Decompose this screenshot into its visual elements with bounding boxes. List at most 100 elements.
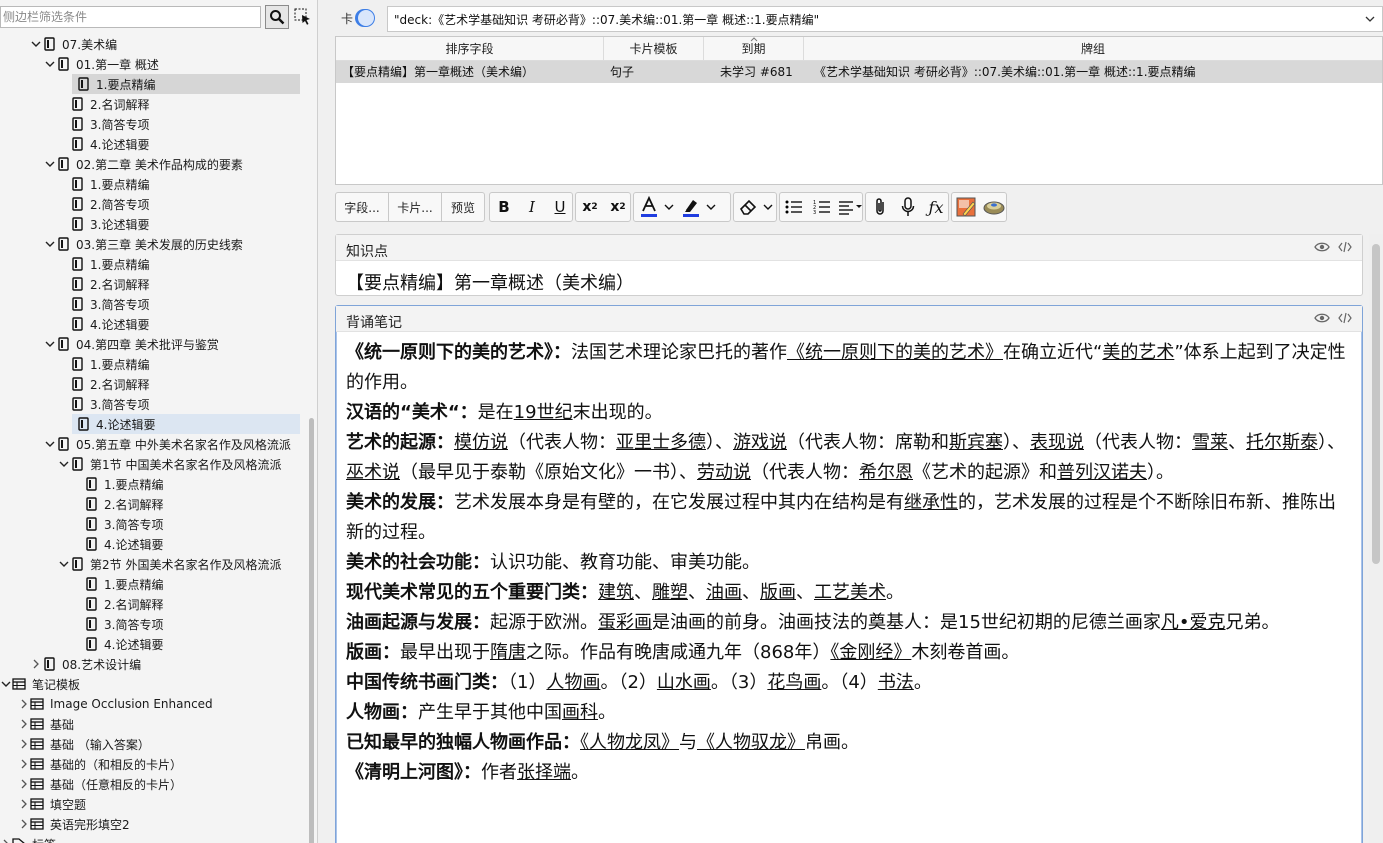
chevron-down-icon[interactable] xyxy=(44,234,56,254)
sidebar-scrollbar-thumb[interactable] xyxy=(309,418,314,843)
underline-icon[interactable]: U xyxy=(546,193,574,221)
sidebar-tree-item[interactable]: 3.简答专项 xyxy=(58,394,149,414)
sidebar-tree-item[interactable]: 4.论述辑要 xyxy=(58,134,149,154)
sidebar-tree-item[interactable]: 英语完形填空2 xyxy=(18,814,130,834)
sidebar-tree-item[interactable]: 2.名词解释 xyxy=(58,274,149,294)
sidebar-tree-item[interactable]: 1.要点精编 xyxy=(72,474,163,494)
sidebar-tree-item[interactable]: 基础 （输入答案） xyxy=(18,734,150,754)
sidebar-tree-item[interactable]: 3.简答专项 xyxy=(58,114,149,134)
bullet-list-icon[interactable] xyxy=(780,193,808,221)
sidebar-tree-item[interactable]: 1.要点精编 xyxy=(58,174,149,194)
sidebar-tree-item[interactable]: 3.简答专项 xyxy=(58,294,149,314)
column-header-deck[interactable]: 牌组 xyxy=(804,37,1382,61)
chevron-down-icon[interactable] xyxy=(44,54,56,74)
highlight-dropdown-icon[interactable] xyxy=(704,193,718,221)
sidebar-search-input[interactable] xyxy=(0,6,261,28)
microphone-icon[interactable] xyxy=(894,193,922,221)
sidebar-tree-item[interactable]: 4.论述辑要 xyxy=(58,314,149,334)
sidebar-tree-item[interactable]: 第2节 外国美术名家名作及风格流派 xyxy=(58,554,281,574)
field-value-editor[interactable]: 【要点精编】第一章概述（美术编） xyxy=(346,269,634,295)
sidebar-tree-item[interactable]: 第1节 中国美术名家名作及风格流派 xyxy=(58,454,281,474)
chevron-right-icon[interactable] xyxy=(18,774,30,794)
sidebar-tree-item[interactable]: 填空题 xyxy=(18,794,86,814)
italic-icon[interactable]: I xyxy=(518,193,546,221)
sidebar-tree-item[interactable]: 2.名词解释 xyxy=(58,94,149,114)
bold-icon[interactable]: B xyxy=(490,193,518,221)
chevron-right-icon[interactable] xyxy=(30,654,42,674)
sidebar-tree-item[interactable]: 03.第三章 美术发展的历史线索 xyxy=(44,234,243,254)
eye-icon[interactable] xyxy=(1314,241,1330,253)
search-button[interactable] xyxy=(265,5,289,29)
highlight-color-icon[interactable] xyxy=(676,193,706,221)
column-header-sort-field[interactable]: 排序字段 xyxy=(336,37,604,61)
sidebar-tree-item[interactable]: 笔记模板 xyxy=(0,674,80,694)
sidebar-tree-item[interactable]: 2.名词解释 xyxy=(58,374,149,394)
chevron-down-icon[interactable] xyxy=(58,454,70,474)
sidebar-tree-item[interactable]: 4.论述辑要 xyxy=(72,414,300,434)
cards-button[interactable]: 卡片... xyxy=(388,192,442,222)
sidebar-tree-item[interactable]: 基础 xyxy=(18,714,74,734)
chevron-down-icon[interactable] xyxy=(0,674,12,694)
addon-tool-icon[interactable] xyxy=(980,193,1008,221)
selection-tool-button[interactable] xyxy=(293,7,313,27)
sidebar-tree-item[interactable]: 标签 xyxy=(0,834,56,843)
sidebar-tree-item[interactable]: 3.简答专项 xyxy=(72,614,163,634)
fields-button[interactable]: 字段... xyxy=(335,192,389,222)
eraser-icon[interactable] xyxy=(734,193,762,221)
font-color-dropdown-icon[interactable] xyxy=(662,193,676,221)
chevron-down-icon[interactable] xyxy=(1364,13,1376,28)
sidebar-tree-item[interactable]: 1.要点精编 xyxy=(72,574,163,594)
sidebar-tree-item[interactable]: 04.第四章 美术批评与鉴赏 xyxy=(44,334,219,354)
preview-button[interactable]: 预览 xyxy=(441,192,485,222)
chevron-down-icon[interactable] xyxy=(44,334,56,354)
chevron-right-icon[interactable] xyxy=(0,834,12,843)
image-occlusion-icon[interactable] xyxy=(952,193,980,221)
chevron-right-icon[interactable] xyxy=(18,794,30,814)
editor-scrollbar[interactable] xyxy=(1369,234,1383,843)
sidebar-tree-item[interactable]: 3.论述辑要 xyxy=(58,214,149,234)
align-icon[interactable] xyxy=(836,193,864,221)
cards-notes-toggle[interactable]: 卡 xyxy=(335,8,375,28)
chevron-right-icon[interactable] xyxy=(18,714,30,734)
sidebar-tree-item[interactable]: 4.论述辑要 xyxy=(72,634,163,654)
sidebar-tree-item[interactable]: 基础的（和相反的卡片） xyxy=(18,754,182,774)
sidebar-tree-item[interactable]: 1.要点精编 xyxy=(72,74,300,94)
sidebar-tree-item[interactable]: 1.要点精编 xyxy=(58,354,149,374)
sidebar-tree-item[interactable]: 3.简答专项 xyxy=(72,514,163,534)
eye-icon[interactable] xyxy=(1314,312,1330,324)
numbered-list-icon[interactable]: 123 xyxy=(808,193,836,221)
function-icon[interactable]: ƒx xyxy=(922,193,950,221)
code-icon[interactable] xyxy=(1338,241,1352,253)
column-header-card-template[interactable]: 卡片模板 xyxy=(604,37,704,61)
toggle-switch[interactable] xyxy=(355,9,375,27)
editor-scrollbar-thumb[interactable] xyxy=(1372,244,1380,564)
code-icon[interactable] xyxy=(1338,312,1352,324)
chevron-right-icon[interactable] xyxy=(18,814,30,834)
table-row[interactable]: 【要点精编】第一章概述（美术编） 句子 未学习 #681 《艺术学基础知识 考研… xyxy=(336,61,1382,83)
sidebar-tree-item[interactable]: 1.要点精编 xyxy=(58,254,149,274)
sidebar-tree-item[interactable]: 07.美术编 xyxy=(30,34,117,54)
sidebar-tree-item[interactable]: 01.第一章 概述 xyxy=(44,54,159,74)
paperclip-icon[interactable] xyxy=(866,193,894,221)
eraser-dropdown-icon[interactable] xyxy=(760,193,776,221)
sidebar-tree-item[interactable]: 4.论述辑要 xyxy=(72,534,163,554)
subscript-icon[interactable]: x2 xyxy=(604,193,632,221)
sidebar-tree-item[interactable]: 基础（任意相反的卡片） xyxy=(18,774,182,794)
sidebar-tree-item[interactable]: 2.简答专项 xyxy=(58,194,149,214)
chevron-down-icon[interactable] xyxy=(44,154,56,174)
sidebar-tree-item[interactable]: 05.第五章 中外美术名家名作及风格流派 xyxy=(44,434,291,454)
sidebar-tree-item[interactable]: 02.第二章 美术作品构成的要素 xyxy=(44,154,243,174)
field-rich-text-editor[interactable]: 《统一原则下的美的艺术》：法国艺术理论家巴托的著作《统一原则下的美的艺术》在确立… xyxy=(346,338,1346,788)
sidebar-tree-item[interactable]: 2.名词解释 xyxy=(72,494,163,514)
chevron-down-icon[interactable] xyxy=(44,434,56,454)
superscript-icon[interactable]: x2 xyxy=(576,193,604,221)
font-color-icon[interactable] xyxy=(634,193,664,221)
sidebar-tree-item[interactable]: 2.名词解释 xyxy=(72,594,163,614)
sidebar-tree-item[interactable]: Image Occlusion Enhanced xyxy=(18,694,213,714)
sidebar-scrollbar[interactable] xyxy=(306,34,317,843)
search-query-input[interactable]: "deck:《艺术学基础知识 考研必背》::07.美术编::01.第一章 概述:… xyxy=(387,6,1383,32)
chevron-right-icon[interactable] xyxy=(18,734,30,754)
chevron-down-icon[interactable] xyxy=(58,554,70,574)
chevron-right-icon[interactable] xyxy=(18,694,30,714)
chevron-down-icon[interactable] xyxy=(30,34,42,54)
